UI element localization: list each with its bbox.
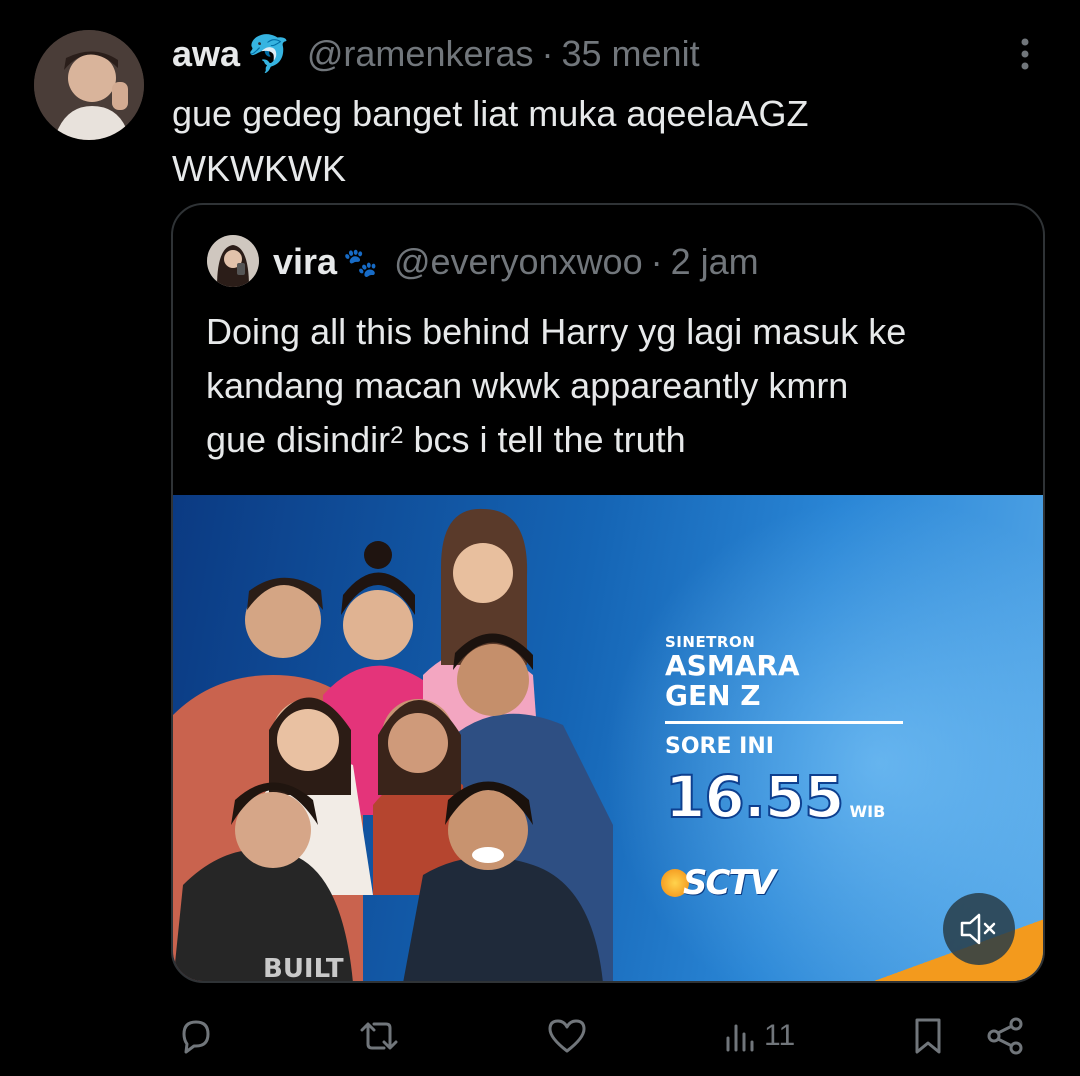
author-name[interactable]: awa [172,33,240,75]
views-count: 11 [764,1019,796,1052]
quote-header: vira 🐾 @everyonxwoo · 2 jam [273,237,759,287]
reply-button[interactable] [176,1014,216,1058]
quote-text-segment: gue disindir [206,419,391,460]
like-button[interactable] [546,1014,588,1058]
more-options-icon[interactable] [1010,36,1040,72]
air-day: SORE INI [665,734,774,759]
heart-icon [548,1019,586,1053]
speaker-muted-icon [960,913,996,945]
show-promo: SINETRON ASMARA GEN Z SORE INI 16.55 WIB [664,633,903,831]
share-icon [987,1017,1023,1055]
retweet-icon [360,1022,398,1050]
channel-logo: SCTV [661,863,776,903]
quote-author-avatar[interactable] [207,235,259,287]
tweet-header: awa 🐬 @ramenkeras · 35 menit [172,28,700,80]
video-player[interactable]: BUILT SINETRON ASMARA GEN Z SORE INI 16.… [173,495,1043,983]
views-button[interactable]: 11 [722,1014,795,1058]
share-button[interactable] [984,1014,1028,1058]
retweet-button[interactable] [356,1014,402,1058]
quote-text: Doing all this behind Harry yg lagi masu… [206,305,1026,467]
avatar-photo [34,30,144,140]
shirt-print: BUILT [263,954,344,983]
paw-icon: 🐾 [343,246,378,278]
bookmark-button[interactable] [910,1014,946,1058]
quote-text-line: Doing all this behind Harry yg lagi masu… [206,311,907,352]
promo-divider [665,721,903,724]
quote-avatar-photo [207,235,259,287]
author-avatar[interactable] [34,30,144,140]
channel-name: SCTV [683,863,776,903]
tweet-time[interactable]: 35 menit [562,33,700,75]
tweet-text-line: WKWKWK [172,148,346,189]
quote-text-line: kandang macan wkwk appareantly kmrn [206,365,849,406]
tweet-text-line: gue gedeg banget liat muka aqeelaAGZ [172,93,809,134]
show-title-line2: GEN Z [665,679,761,712]
quote-author-name[interactable]: vira [273,241,337,283]
tweet-actions: 11 [0,1000,1080,1070]
quoted-tweet[interactable]: vira 🐾 @everyonxwoo · 2 jam Doing all th… [171,203,1045,983]
quote-text-segment: bcs i tell the truth [403,419,686,460]
quote-text-line: gue disindir2 bcs i tell the truth [206,413,1026,467]
separator-dot: · [541,33,554,74]
author-handle[interactable]: @ramenkeras [307,33,534,75]
air-time-value: 16.55 [664,763,845,831]
reply-icon [182,1020,210,1054]
quote-time[interactable]: 2 jam [671,241,759,283]
air-time: 16.55 WIB [664,763,903,831]
mute-button[interactable] [943,893,1015,965]
cast-group-photo: BUILT [173,508,613,983]
superscript: 2 [390,422,404,449]
bookmark-icon [915,1018,941,1054]
quote-author-handle[interactable]: @everyonxwoo [394,241,643,283]
tweet-text: gue gedeg banget liat muka aqeelaAGZ WKW… [172,86,1032,196]
timezone-label: WIB [849,802,886,821]
views-icon [726,1024,754,1052]
show-title-line1: ASMARA [665,649,800,682]
separator-dot: · [650,241,663,282]
dolphin-icon: 🐬 [246,33,291,74]
